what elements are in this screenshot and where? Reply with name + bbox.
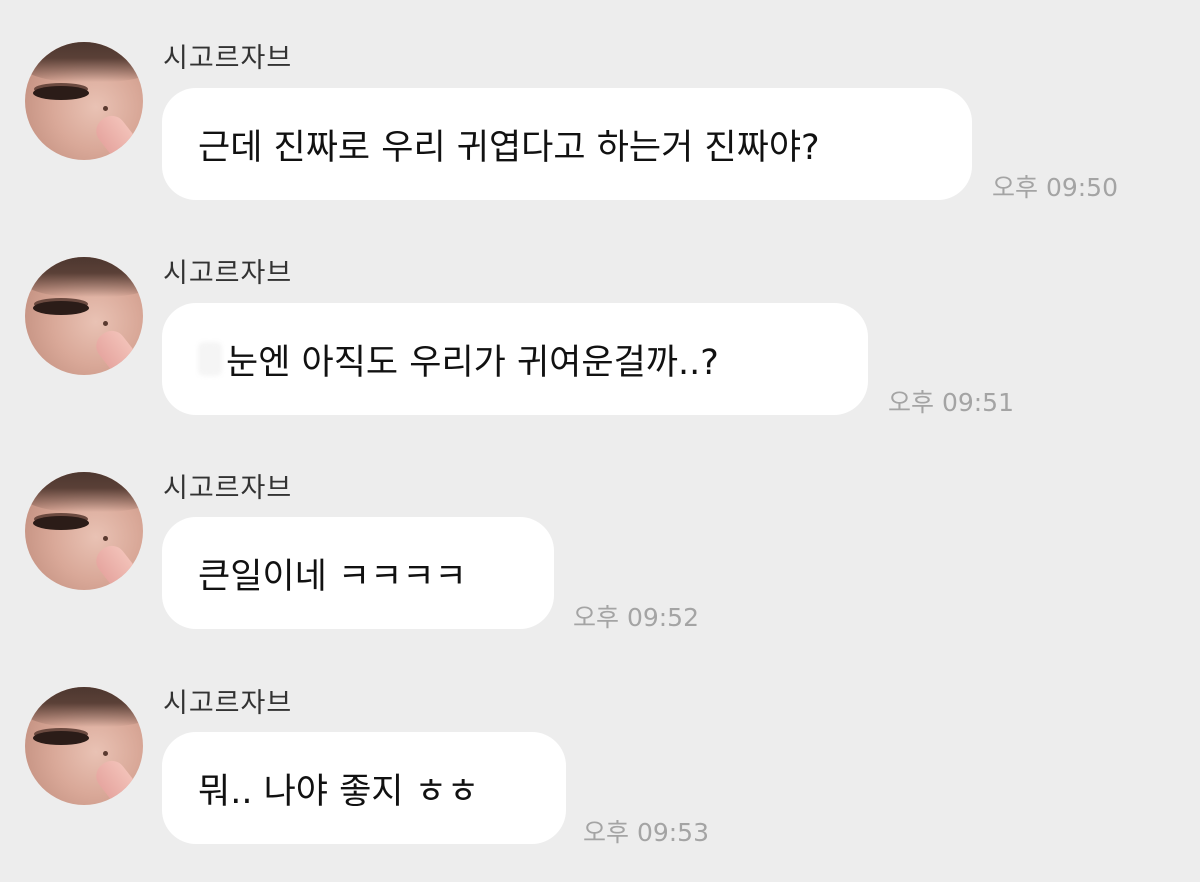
sender-name: 시고르자브 [163,43,293,74]
avatar[interactable] [25,42,143,160]
message-text: 근데 진짜로 우리 귀엽다고 하는거 진짜야? [198,127,820,168]
sender-name: 시고르자브 [163,688,293,719]
message-time: 오후 09:53 [583,818,709,847]
redaction-mark [198,342,222,376]
sender-name: 시고르자브 [163,473,293,504]
avatar-hair [25,472,143,512]
avatar-hair [25,42,143,82]
avatar-finger [90,540,143,590]
avatar-mole [103,751,108,756]
message-text: 큰일이네 ㅋㅋㅋㅋ [198,556,467,597]
avatar-mole [103,106,108,111]
avatar[interactable] [25,257,143,375]
message-bubble[interactable]: 눈엔 아직도 우리가 귀여운걸까..? [162,303,868,415]
sender-name: 시고르자브 [163,258,293,289]
message-text: 눈엔 아직도 우리가 귀여운걸까..? [226,342,719,383]
avatar-finger [90,110,143,160]
avatar-eye [33,516,89,530]
avatar[interactable] [25,472,143,590]
avatar-eye [33,86,89,100]
avatar-finger [90,325,143,375]
message-time: 오후 09:51 [888,388,1014,417]
avatar-mole [103,536,108,541]
avatar-eye [33,301,89,315]
avatar-finger [90,755,143,805]
message-text: 뭐.. 나야 좋지 ㅎㅎ [198,771,480,812]
avatar-eye [33,731,89,745]
avatar[interactable] [25,687,143,805]
avatar-hair [25,687,143,727]
message-bubble[interactable]: 큰일이네 ㅋㅋㅋㅋ [162,517,554,629]
avatar-hair [25,257,143,297]
avatar-mole [103,321,108,326]
message-bubble[interactable]: 근데 진짜로 우리 귀엽다고 하는거 진짜야? [162,88,972,200]
message-bubble[interactable]: 뭐.. 나야 좋지 ㅎㅎ [162,732,566,844]
message-time: 오후 09:50 [992,173,1118,202]
message-time: 오후 09:52 [573,603,699,632]
